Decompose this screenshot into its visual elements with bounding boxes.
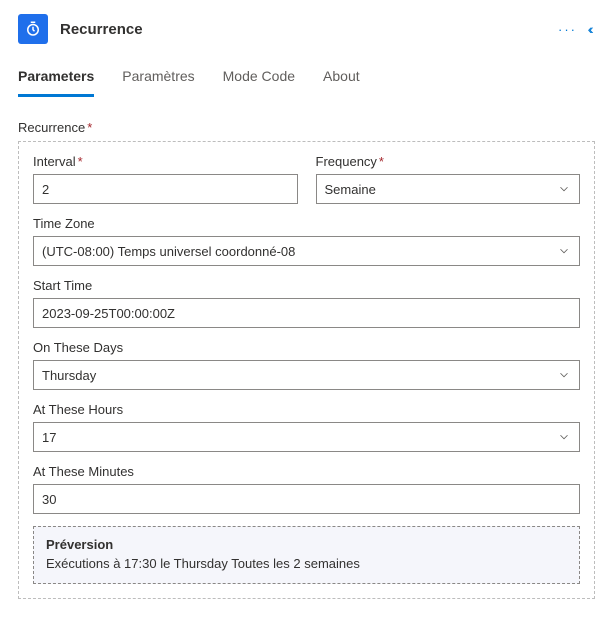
athours-value: 17 bbox=[42, 430, 56, 445]
collapse-button[interactable]: ‹‹ bbox=[589, 21, 595, 37]
more-menu-button[interactable]: ··· bbox=[558, 22, 577, 37]
frequency-select[interactable]: Semaine bbox=[316, 174, 581, 204]
atminutes-label: At These Minutes bbox=[33, 464, 580, 479]
tab-mode-code[interactable]: Mode Code bbox=[223, 62, 295, 97]
tab-about[interactable]: About bbox=[323, 62, 360, 97]
panel-header: Recurrence ··· ‹‹ bbox=[18, 10, 595, 62]
required-mark: * bbox=[78, 154, 83, 169]
ondays-select[interactable]: Thursday bbox=[33, 360, 580, 390]
panel-actions: ··· ‹‹ bbox=[558, 21, 595, 37]
section-title-text: Recurrence bbox=[18, 120, 85, 135]
required-mark: * bbox=[379, 154, 384, 169]
interval-label: Interval* bbox=[33, 154, 298, 169]
preview-box: Préversion Exécutions à 17:30 le Thursda… bbox=[33, 526, 580, 584]
starttime-input[interactable] bbox=[33, 298, 580, 328]
section-title: Recurrence* bbox=[18, 120, 595, 135]
frequency-label: Frequency* bbox=[316, 154, 581, 169]
required-mark: * bbox=[87, 120, 92, 135]
timezone-select[interactable]: (UTC-08:00) Temps universel coordonné-08 bbox=[33, 236, 580, 266]
tab-parametres[interactable]: Paramètres bbox=[122, 62, 194, 97]
ondays-value: Thursday bbox=[42, 368, 96, 383]
ondays-label: On These Days bbox=[33, 340, 580, 355]
starttime-label: Start Time bbox=[33, 278, 580, 293]
athours-select[interactable]: 17 bbox=[33, 422, 580, 452]
recurrence-icon bbox=[18, 14, 48, 44]
recurrence-fieldset: Interval* Frequency* Semaine Time Zone bbox=[18, 141, 595, 599]
chevron-down-icon bbox=[557, 368, 571, 382]
tab-parameters[interactable]: Parameters bbox=[18, 62, 94, 97]
preview-text: Exécutions à 17:30 le Thursday Toutes le… bbox=[46, 556, 567, 571]
timezone-value: (UTC-08:00) Temps universel coordonné-08 bbox=[42, 244, 295, 259]
preview-title: Préversion bbox=[46, 537, 567, 552]
frequency-value: Semaine bbox=[325, 182, 376, 197]
tab-bar: Parameters Paramètres Mode Code About bbox=[18, 62, 595, 98]
chevron-down-icon bbox=[557, 244, 571, 258]
timezone-label: Time Zone bbox=[33, 216, 580, 231]
recurrence-panel: Recurrence ··· ‹‹ Parameters Paramètres … bbox=[0, 0, 613, 617]
atminutes-input[interactable] bbox=[33, 484, 580, 514]
chevron-down-icon bbox=[557, 430, 571, 444]
athours-label: At These Hours bbox=[33, 402, 580, 417]
interval-input[interactable] bbox=[33, 174, 298, 204]
chevron-down-icon bbox=[557, 182, 571, 196]
panel-title: Recurrence bbox=[60, 21, 143, 38]
